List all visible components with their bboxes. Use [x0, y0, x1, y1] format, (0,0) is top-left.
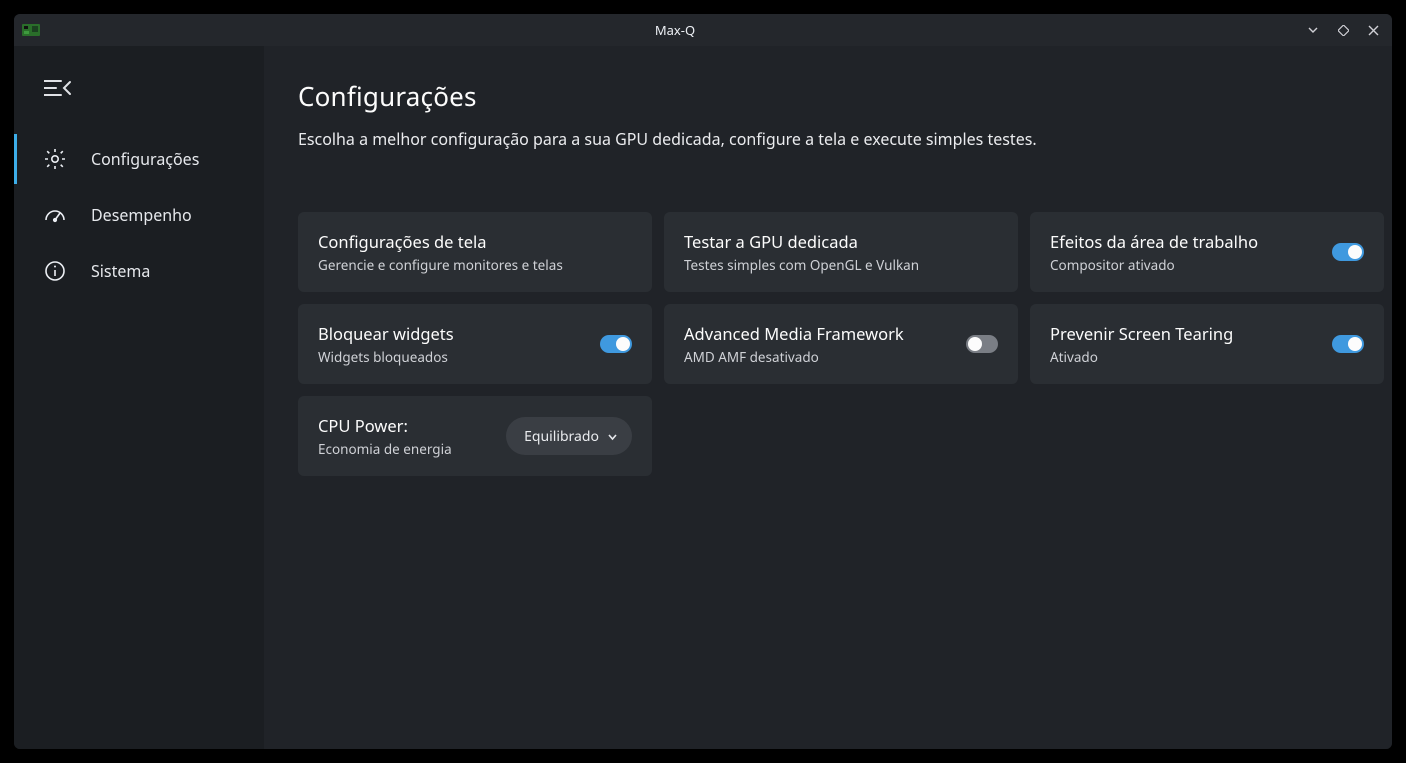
sidebar-item-desempenho[interactable]: Desempenho — [14, 190, 256, 240]
sidebar: Configurações Desempenho — [14, 46, 264, 749]
desktop-effects-toggle[interactable] — [1332, 243, 1364, 261]
gauge-icon — [41, 203, 69, 227]
card-amf: Advanced Media Framework AMD AMF desativ… — [664, 304, 1018, 384]
card-screen-settings[interactable]: Configurações de tela Gerencie e configu… — [298, 212, 652, 292]
gear-icon — [41, 147, 69, 171]
sidebar-item-label: Sistema — [91, 260, 150, 282]
card-subtitle: Compositor ativado — [1050, 256, 1258, 274]
card-title: Testar a GPU dedicada — [684, 230, 919, 253]
info-icon — [41, 259, 69, 283]
dropdown-selected: Equilibrado — [524, 427, 599, 446]
card-subtitle: Economia de energia — [318, 440, 452, 458]
card-subtitle: Widgets bloqueados — [318, 348, 454, 366]
main-content: Configurações Escolha a melhor configura… — [264, 46, 1392, 749]
card-lock-widgets: Bloquear widgets Widgets bloqueados — [298, 304, 652, 384]
amf-toggle[interactable] — [966, 335, 998, 353]
card-title: Configurações de tela — [318, 230, 563, 253]
main-window: Max-Q — [14, 14, 1392, 749]
chevron-down-icon — [607, 431, 618, 442]
card-screen-tearing: Prevenir Screen Tearing Ativado — [1030, 304, 1384, 384]
card-subtitle: Gerencie e configure monitores e telas — [318, 256, 563, 274]
app-icon — [22, 23, 40, 37]
close-button[interactable] — [1362, 19, 1384, 41]
settings-cards: Configurações de tela Gerencie e configu… — [298, 212, 1358, 476]
cpu-power-dropdown[interactable]: Equilibrado — [506, 417, 632, 455]
sidebar-item-sistema[interactable]: Sistema — [14, 246, 256, 296]
card-title: Bloquear widgets — [318, 322, 454, 345]
titlebar: Max-Q — [14, 14, 1392, 46]
sidebar-item-configuracoes[interactable]: Configurações — [14, 134, 256, 184]
sidebar-item-label: Configurações — [91, 148, 199, 170]
card-title: Efeitos da área de trabalho — [1050, 230, 1258, 253]
card-desktop-effects: Efeitos da área de trabalho Compositor a… — [1030, 212, 1384, 292]
card-title: CPU Power: — [318, 414, 452, 437]
card-gpu-test[interactable]: Testar a GPU dedicada Testes simples com… — [664, 212, 1018, 292]
screen-tearing-toggle[interactable] — [1332, 335, 1364, 353]
card-cpu-power: CPU Power: Economia de energia Equilibra… — [298, 396, 652, 476]
card-subtitle: Ativado — [1050, 348, 1233, 366]
card-subtitle: AMD AMF desativado — [684, 348, 904, 366]
sidebar-item-label: Desempenho — [91, 204, 192, 226]
card-title: Advanced Media Framework — [684, 322, 904, 345]
page-title: Configurações — [298, 78, 1358, 114]
card-title: Prevenir Screen Tearing — [1050, 322, 1233, 345]
minimize-button[interactable] — [1302, 19, 1324, 41]
sidebar-collapse-button[interactable] — [36, 66, 80, 110]
card-subtitle: Testes simples com OpenGL e Vulkan — [684, 256, 919, 274]
page-subtitle: Escolha a melhor configuração para a sua… — [298, 128, 1358, 150]
lock-widgets-toggle[interactable] — [600, 335, 632, 353]
maximize-button[interactable] — [1332, 19, 1354, 41]
window-title: Max-Q — [48, 21, 1302, 39]
